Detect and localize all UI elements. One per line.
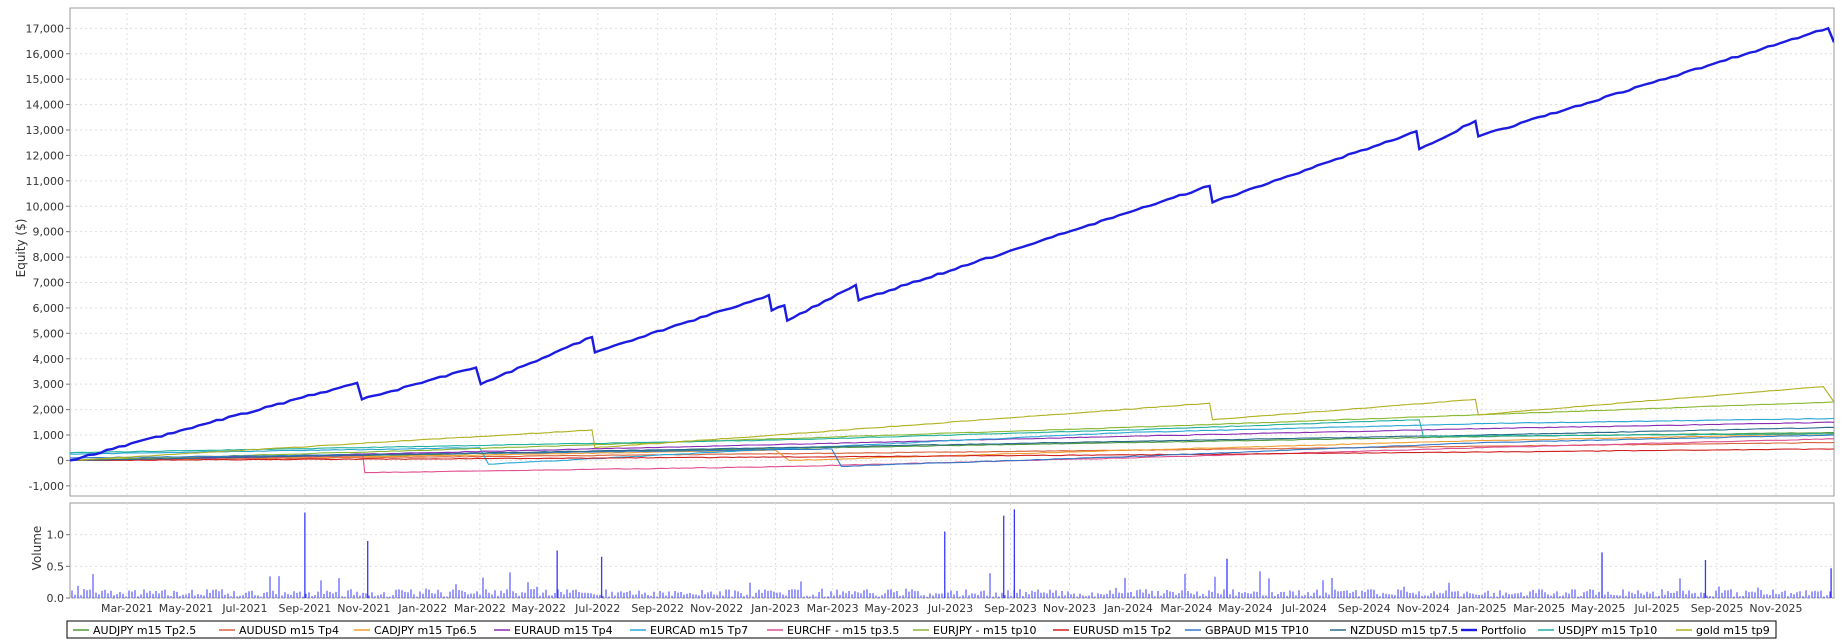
- x-tick-label: Jul-2021: [221, 602, 267, 615]
- legend-label: EURJPY - m15 tp10: [933, 624, 1036, 637]
- y-tick-label: 12,000: [26, 149, 65, 162]
- x-tick-label: Sep-2022: [631, 602, 684, 615]
- x-tick-label: Jan-2023: [750, 602, 800, 615]
- x-tick-label: May-2021: [159, 602, 214, 615]
- x-tick-label: Sep-2025: [1691, 602, 1744, 615]
- x-tick-label: Mar-2023: [807, 602, 859, 615]
- x-tick-label: May-2023: [864, 602, 919, 615]
- legend-label: AUDUSD m15 Tp4: [239, 624, 339, 637]
- x-tick-label: Mar-2024: [1160, 602, 1212, 615]
- equity-plot: -1,000 0 1,000 2,000 3,000 4,000 5,000 6,000 7,0…: [26, 7, 1835, 497]
- x-tick-label: Nov-2024: [1397, 602, 1450, 615]
- y-tick-label: 17,000: [26, 22, 65, 35]
- x-tick-label: Mar-2022: [454, 602, 506, 615]
- y-tick-label: 3,000: [33, 378, 65, 391]
- x-tick-label: Sep-2024: [1338, 602, 1391, 615]
- legend-item: NZDUSD m15 tp7.5: [1330, 624, 1458, 637]
- x-tick-label: Jan-2024: [1103, 602, 1153, 615]
- legend-label: EURCHF - m15 tp3.5: [787, 624, 899, 637]
- x-tick-label: Nov-2025: [1749, 602, 1802, 615]
- y-tick-label: 14,000: [26, 99, 65, 112]
- legend-label: AUDJPY m15 Tp2.5: [93, 624, 196, 637]
- x-tick-label: Sep-2023: [984, 602, 1037, 615]
- y-tick-label: 4,000: [33, 353, 65, 366]
- x-tick-label: Jan-2025: [1457, 602, 1507, 615]
- legend-label: EURCAD m15 Tp7: [650, 624, 748, 637]
- y-tick-label: 0.5: [47, 560, 65, 573]
- y-tick-label: 5,000: [33, 327, 65, 340]
- y-tick-label: 0: [57, 454, 64, 467]
- x-tick-label: Jul-2022: [574, 602, 620, 615]
- equity-chart: Equity ($) Volume -1,000 0 1,000 2,000 3,000…: [14, 7, 1835, 639]
- legend-label: EURAUD m15 Tp4: [514, 624, 613, 637]
- legend-label: EURUSD m15 Tp2: [1073, 624, 1172, 637]
- x-tick-label: Jan-2022: [397, 602, 447, 615]
- legend: AUDJPY m15 Tp2.5 AUDUSD m15 Tp4 CADJPY m15…: [66, 620, 1777, 639]
- legend-label: NZDUSD m15 tp7.5: [1350, 624, 1458, 637]
- volume-plot: Mar-2021 May-2021 Jul-2021 Sep-2021 Nov-2021…: [47, 502, 1835, 615]
- y-tick-label: 10,000: [26, 200, 65, 213]
- x-tick-label: Sep-2021: [279, 602, 332, 615]
- y-tick-label: -1,000: [29, 480, 64, 493]
- y-tick-label: 13,000: [26, 124, 65, 137]
- volume-axis-title: Volume: [30, 526, 44, 571]
- y-tick-label: 8,000: [33, 251, 65, 264]
- x-tick-label: May-2024: [1218, 602, 1273, 615]
- x-tick-label: Mar-2025: [1513, 602, 1565, 615]
- legend-label: USDJPY m15 Tp10: [1558, 624, 1657, 637]
- x-tick-label: Nov-2021: [337, 602, 390, 615]
- x-tick-label: Mar-2021: [101, 602, 153, 615]
- legend-label: CADJPY m15 Tp6.5: [374, 624, 477, 637]
- x-tick-label: Nov-2022: [690, 602, 743, 615]
- x-tick-label: Nov-2023: [1043, 602, 1096, 615]
- legend-label: gold m15 tp9: [1696, 624, 1770, 637]
- equity-axis-title: Equity ($): [14, 219, 28, 278]
- y-tick-label: 1,000: [33, 429, 65, 442]
- x-tick-label: Jul-2023: [927, 602, 973, 615]
- y-tick-label: 15,000: [26, 73, 65, 86]
- x-tick-label: Jul-2024: [1281, 602, 1327, 615]
- y-tick-label: 0.0: [47, 592, 65, 605]
- y-tick-label: 2,000: [33, 404, 65, 417]
- legend-label: Portfolio: [1481, 624, 1527, 637]
- y-tick-label: 7,000: [33, 277, 65, 290]
- x-tick-label: May-2022: [512, 602, 567, 615]
- volume-plot-frame: [69, 502, 1835, 599]
- legend-label: GBPAUD M15 TP10: [1205, 624, 1309, 637]
- y-tick-label: 1.0: [47, 529, 65, 542]
- legend-item: EURCHF - m15 tp3.5: [767, 624, 899, 637]
- y-tick-label: 9,000: [33, 226, 65, 239]
- y-tick-label: 6,000: [33, 302, 65, 315]
- x-tick-label: May-2025: [1571, 602, 1626, 615]
- x-tick-label: Jul-2025: [1633, 602, 1679, 615]
- y-tick-label: 16,000: [26, 48, 65, 61]
- y-tick-label: 11,000: [26, 175, 65, 188]
